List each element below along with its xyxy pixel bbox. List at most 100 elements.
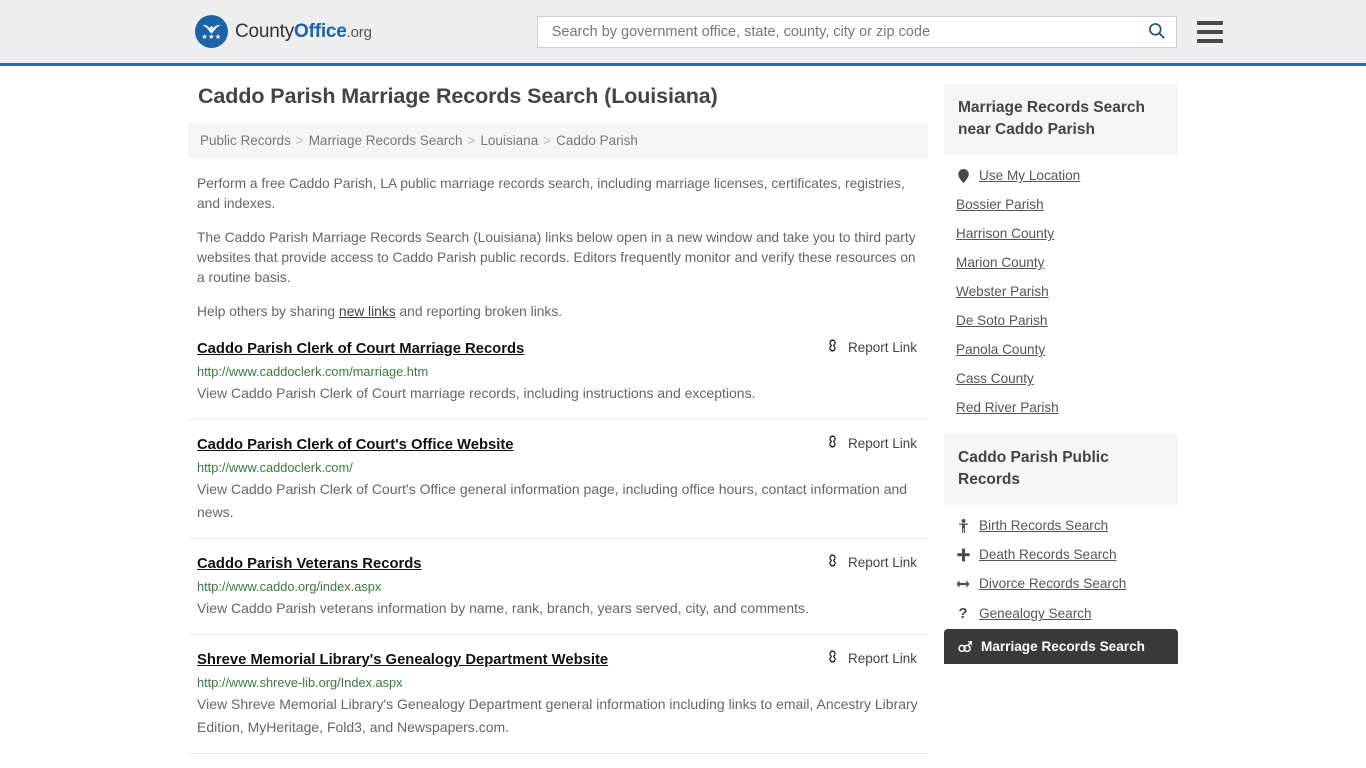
intro-p3-prefix: Help others by sharing	[197, 304, 339, 319]
question-mark-icon: ?	[958, 605, 968, 622]
sidebar-item-panola-county[interactable]: Panola County	[956, 335, 1178, 364]
sidebar-link[interactable]: Birth Records Search	[979, 518, 1108, 533]
report-link-button[interactable]: Report Link	[825, 434, 924, 452]
intro-paragraph-1: Perform a free Caddo Parish, LA public m…	[197, 176, 905, 211]
sidebar: Marriage Records Search near Caddo Paris…	[944, 84, 1178, 676]
arrows-horizontal-icon	[956, 578, 970, 590]
sidebar-item-de-soto-parish[interactable]: De Soto Parish	[956, 306, 1178, 335]
intro-paragraph-2: The Caddo Parish Marriage Records Search…	[197, 230, 916, 285]
chain-broken-icon	[825, 338, 840, 356]
sidebar-nearby-list: Use My Location Bossier Parish Harrison …	[944, 155, 1178, 424]
sidebar-link[interactable]: Marriage Records Search	[981, 639, 1145, 654]
result-item: Caddo Parish Clerk of Court's Office Web…	[188, 434, 928, 539]
result-title-link[interactable]: Caddo Parish Clerk of Court Marriage Rec…	[197, 339, 524, 359]
logo-text-org: .org	[346, 23, 372, 41]
sidebar-link[interactable]: Cass County	[956, 371, 1034, 386]
result-url: http://www.caddoclerk.com/marriage.htm	[197, 364, 429, 379]
search-box[interactable]	[536, 15, 1177, 48]
breadcrumb-item-caddo-parish[interactable]: Caddo Parish	[556, 133, 638, 148]
logo-wordmark: CountyOffice.org	[235, 21, 372, 43]
chain-broken-icon	[825, 649, 840, 667]
sidebar-item-bossier-parish[interactable]: Bossier Parish	[956, 190, 1178, 219]
sidebar-link[interactable]: Red River Parish	[956, 400, 1059, 415]
result-description: View Caddo Parish veterans information b…	[197, 600, 809, 616]
report-link-button[interactable]: Report Link	[825, 649, 924, 667]
sidebar-item-cass-county[interactable]: Cass County	[956, 364, 1178, 393]
sidebar-link[interactable]: Use My Location	[979, 168, 1080, 183]
intro-paragraph-3: Help others by sharing new links and rep…	[188, 302, 928, 322]
intro-text: Perform a free Caddo Parish, LA public m…	[188, 174, 928, 322]
main-content: Caddo Parish Marriage Records Search (Lo…	[188, 84, 928, 768]
sidebar-item-webster-parish[interactable]: Webster Parish	[956, 277, 1178, 306]
chain-broken-icon	[825, 553, 840, 571]
result-url: http://www.caddo.org/index.aspx	[197, 579, 382, 594]
sidebar-item-death-records-search[interactable]: Death Records Search	[956, 540, 1178, 569]
result-description: View Shreve Memorial Library's Genealogy…	[197, 696, 918, 735]
report-link-button[interactable]: Report Link	[825, 553, 924, 571]
sidebar-nearby-heading: Marriage Records Search near Caddo Paris…	[944, 84, 1178, 155]
site-header: ★★★ CountyOffice.org	[0, 0, 1366, 66]
result-url: http://www.caddoclerk.com/	[197, 460, 353, 475]
sidebar-card-nearby: Marriage Records Search near Caddo Paris…	[944, 84, 1178, 424]
breadcrumb-item-public-records[interactable]: Public Records	[200, 133, 291, 148]
breadcrumb-separator: >	[467, 133, 476, 148]
plus-cross-icon	[956, 548, 970, 562]
page-body: Caddo Parish Marriage Records Search (Lo…	[0, 66, 1366, 768]
sidebar-item-red-river-parish[interactable]: Red River Parish	[956, 393, 1178, 422]
search-icon	[1147, 21, 1166, 43]
logo-stars: ★★★	[201, 34, 222, 41]
sidebar-link[interactable]: Death Records Search	[979, 547, 1117, 562]
site-logo[interactable]: ★★★ CountyOffice.org	[195, 15, 372, 48]
sidebar-link[interactable]: Panola County	[956, 342, 1045, 357]
breadcrumb-item-louisiana[interactable]: Louisiana	[480, 133, 538, 148]
sidebar-link[interactable]: De Soto Parish	[956, 313, 1047, 328]
result-item: Caddo Parish Veterans Records Report Lin…	[188, 553, 928, 635]
page-title: Caddo Parish Marriage Records Search (Lo…	[198, 84, 718, 108]
intro-p3-suffix: and reporting broken links.	[395, 304, 563, 319]
sidebar-link[interactable]: Webster Parish	[956, 284, 1049, 299]
result-title-link[interactable]: Caddo Parish Veterans Records	[197, 554, 422, 574]
search-area	[536, 15, 1223, 48]
map-pin-icon	[956, 168, 970, 183]
results-list: Caddo Parish Clerk of Court Marriage Rec…	[188, 338, 928, 754]
sidebar-item-birth-records-search[interactable]: Birth Records Search	[956, 511, 1178, 540]
logo-text-office: Office	[294, 20, 347, 42]
logo-text-county: County	[235, 20, 295, 42]
child-icon	[956, 518, 970, 533]
chain-broken-icon	[825, 434, 840, 452]
new-links-link[interactable]: new links	[339, 304, 396, 319]
sidebar-item-divorce-records-search[interactable]: Divorce Records Search	[956, 569, 1178, 598]
result-description: View Caddo Parish Clerk of Court's Offic…	[197, 481, 908, 520]
result-item: Caddo Parish Clerk of Court Marriage Rec…	[188, 338, 928, 420]
sidebar-public-records-heading: Caddo Parish Public Records	[944, 434, 1178, 505]
sidebar-link[interactable]: Genealogy Search	[979, 606, 1092, 621]
sidebar-link[interactable]: Harrison County	[956, 226, 1054, 241]
report-link-label: Report Link	[847, 339, 917, 355]
sidebar-item-genealogy-search[interactable]: ? Genealogy Search	[956, 598, 1178, 629]
sidebar-item-harrison-county[interactable]: Harrison County	[956, 219, 1178, 248]
sidebar-item-marriage-records-search[interactable]: Marriage Records Search	[944, 629, 1178, 664]
result-title-link[interactable]: Caddo Parish Clerk of Court's Office Web…	[197, 435, 514, 455]
mars-venus-icon	[958, 640, 972, 654]
breadcrumb: Public Records > Marriage Records Search > L…	[188, 123, 928, 158]
result-url: http://www.shreve-lib.org/Index.aspx	[197, 675, 403, 690]
sidebar-link[interactable]: Marion County	[956, 255, 1044, 270]
sidebar-public-records-list: Birth Records Search Death Records Searc…	[944, 505, 1178, 666]
report-link-label: Report Link	[847, 435, 917, 451]
result-title-link[interactable]: Shreve Memorial Library's Genealogy Depa…	[197, 650, 608, 670]
search-button[interactable]	[1145, 21, 1168, 43]
report-link-button[interactable]: Report Link	[825, 338, 924, 356]
sidebar-link[interactable]: Bossier Parish	[956, 197, 1044, 212]
result-description: View Caddo Parish Clerk of Court marriag…	[197, 385, 756, 401]
report-link-label: Report Link	[847, 554, 917, 570]
search-input[interactable]	[549, 17, 1145, 46]
eagle-shield-icon: ★★★	[195, 15, 228, 48]
breadcrumb-item-marriage-records-search[interactable]: Marriage Records Search	[309, 133, 463, 148]
sidebar-item-use-my-location[interactable]: Use My Location	[956, 161, 1178, 190]
sidebar-card-public-records: Caddo Parish Public Records Birth Record…	[944, 434, 1178, 666]
sidebar-item-marion-county[interactable]: Marion County	[956, 248, 1178, 277]
breadcrumb-separator: >	[543, 133, 552, 148]
breadcrumb-separator: >	[295, 133, 304, 148]
sidebar-link[interactable]: Divorce Records Search	[979, 576, 1126, 591]
hamburger-menu-icon[interactable]	[1196, 20, 1223, 43]
